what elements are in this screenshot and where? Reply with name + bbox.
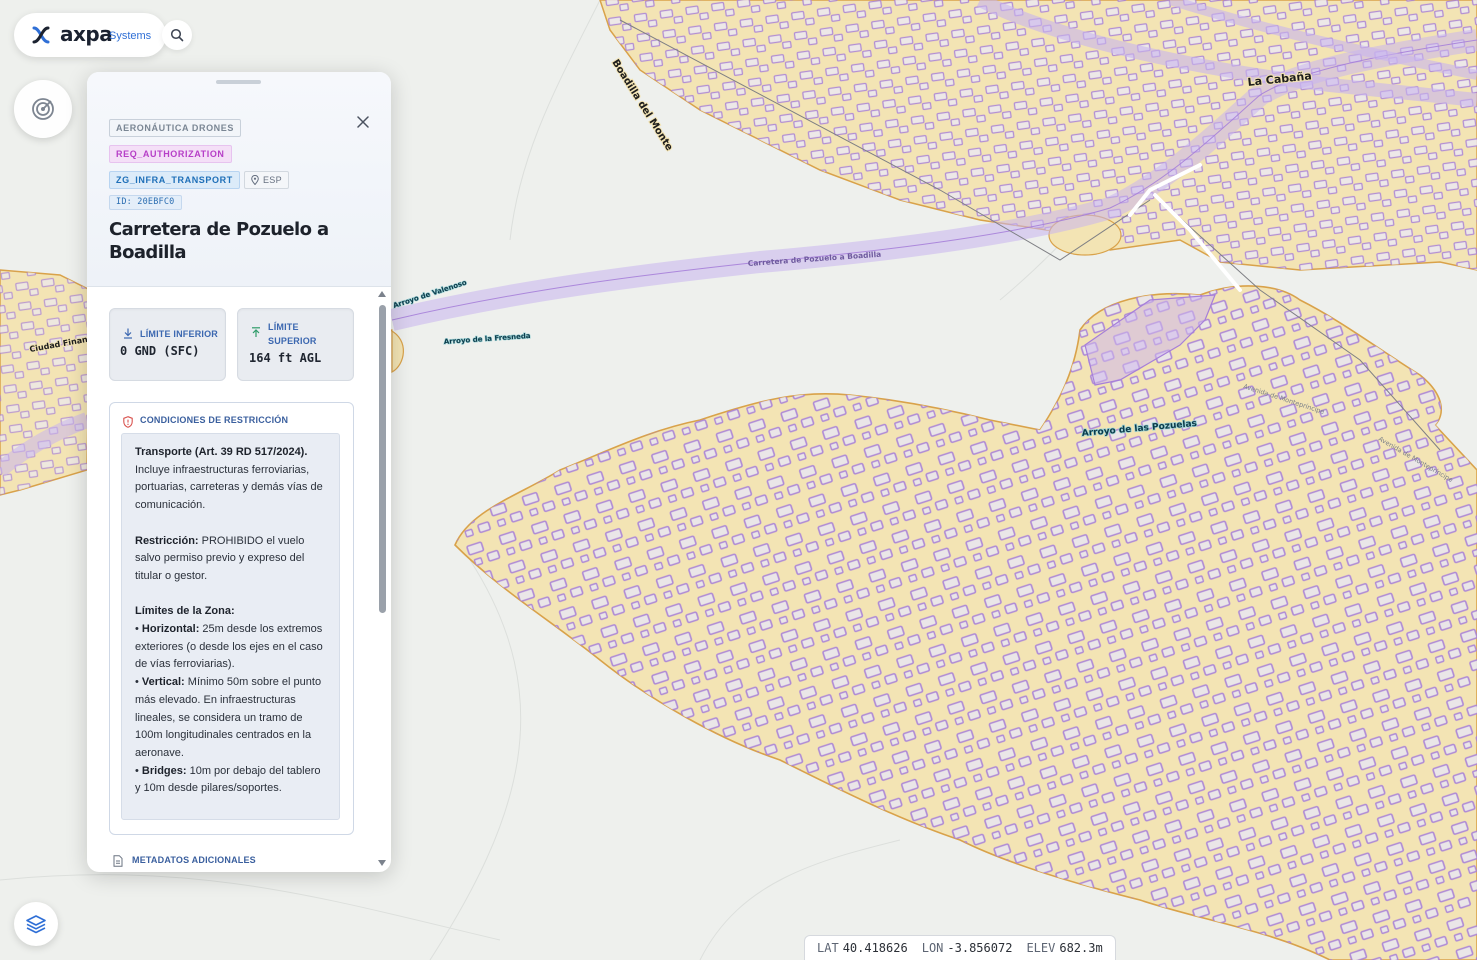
axpa-logo-icon	[32, 26, 50, 44]
cond-b1-bold: Horizontal:	[141, 623, 200, 635]
lower-limit-label: LÍMITE INFERIOR	[140, 329, 218, 339]
layers-icon	[26, 915, 46, 934]
upper-limit-value: 164 ft AGL	[249, 351, 322, 365]
scroll-down-icon[interactable]	[378, 860, 386, 866]
panel-title: Carretera de Pozuelo a Boadilla	[109, 219, 329, 263]
lat-value: 40.418626	[842, 941, 908, 955]
metadata-section-toggle[interactable]: METADATOS ADICIONALES	[113, 855, 256, 867]
coordinate-readout: LAT 40.418626 LON -3.856072 ELEV 682.3m	[804, 935, 1116, 960]
zone-type-tag: ZG_INFRA_TRANSPORT	[109, 171, 240, 189]
lon-value: -3.856072	[947, 941, 1013, 955]
cond-b2-text: Mínimo 50m sobre el punto más elevado. E…	[135, 676, 322, 759]
lon-label: LON	[921, 941, 944, 955]
brand-name: axpa	[60, 22, 113, 46]
layers-button[interactable]	[14, 902, 58, 946]
zone-detail-panel: AERONÁUTICA DRONES REQ_AUTHORIZATION ZG_…	[87, 72, 391, 872]
radar-button[interactable]	[14, 80, 72, 138]
conditions-text: Transporte (Art. 39 RD 517/2024). Incluye…	[121, 433, 340, 820]
cond-p2-bold: Restricción:	[135, 534, 199, 547]
upper-limit-card: LÍMITE SUPERIOR 164 ft AGL	[237, 308, 354, 381]
drag-handle[interactable]	[216, 80, 261, 84]
cond-b2-bold: Vertical:	[141, 676, 185, 689]
lower-limit-card: LÍMITE INFERIOR 0 GND (SFC)	[109, 308, 226, 381]
upper-limit-label-1: LÍMITE	[268, 322, 299, 332]
requirement-tag: REQ_AUTHORIZATION	[109, 145, 232, 163]
close-icon	[357, 116, 369, 128]
close-button[interactable]	[353, 112, 373, 132]
restriction-conditions: CONDICIONES DE RESTRICCIÓN Transporte (A…	[109, 402, 354, 835]
search-button[interactable]	[162, 20, 192, 50]
panel-header: AERONÁUTICA DRONES REQ_AUTHORIZATION ZG_…	[87, 72, 391, 287]
id-tag: ID: 20EBFC0	[109, 195, 182, 210]
metadata-label: METADATOS ADICIONALES	[132, 855, 256, 865]
cond-p3-bold: Límites de la Zona:	[135, 605, 235, 618]
lat-label: LAT	[817, 941, 839, 955]
conditions-heading: CONDICIONES DE RESTRICCIÓN	[140, 415, 289, 425]
document-icon	[113, 855, 123, 867]
brand-logo[interactable]: axpa Systems	[14, 13, 166, 57]
scrollbar-thumb[interactable]	[379, 305, 386, 613]
cond-b3-bold: Bridges:	[141, 764, 187, 777]
country-code: ESP	[263, 175, 282, 185]
upper-limit-label-2: SUPERIOR	[268, 336, 317, 346]
category-tag: AERONÁUTICA DRONES	[109, 119, 241, 137]
cond-p1-bold: Transporte (Art. 39 RD 517/2024).	[135, 446, 308, 458]
arrow-down-icon	[124, 328, 132, 339]
radar-icon	[32, 98, 54, 120]
scroll-up-icon[interactable]	[378, 291, 386, 297]
elev-label: ELEV	[1026, 941, 1056, 955]
location-pin-icon	[251, 175, 259, 185]
lower-limit-value: 0 GND (SFC)	[120, 344, 200, 358]
country-tag: ESP	[244, 171, 289, 189]
cond-p1-text: Incluye infraestructuras ferroviarias, p…	[135, 463, 323, 512]
elev-value: 682.3m	[1059, 941, 1103, 955]
search-icon	[170, 28, 184, 42]
shield-alert-icon	[123, 416, 133, 428]
brand-sub: Systems	[109, 30, 152, 42]
arrow-up-icon	[252, 327, 260, 337]
